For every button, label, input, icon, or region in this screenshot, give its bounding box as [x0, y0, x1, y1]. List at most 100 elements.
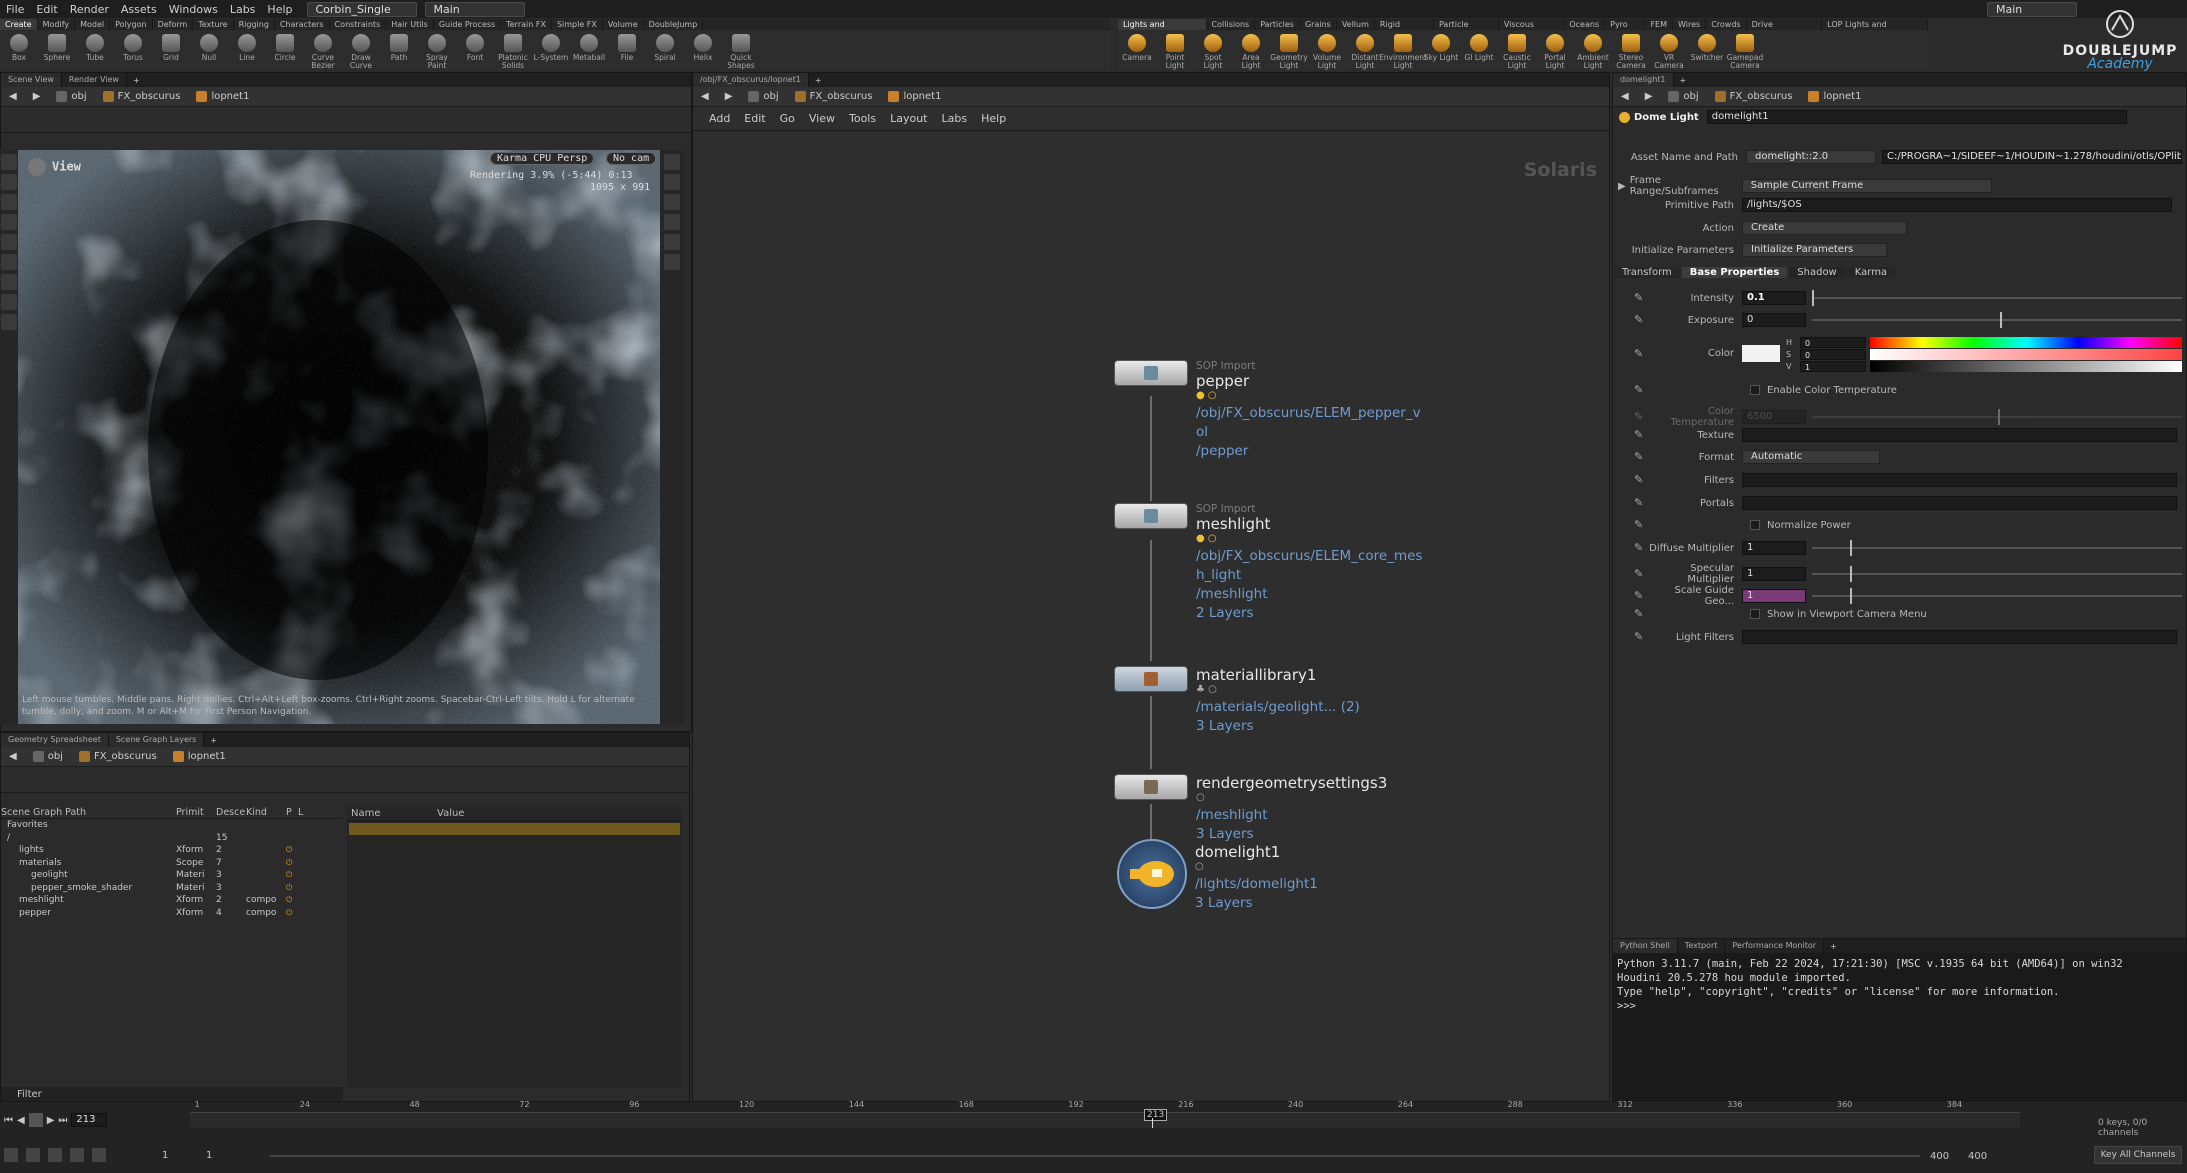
move-tool[interactable]	[1, 194, 17, 210]
visibility-icon[interactable]: ⏻	[286, 908, 292, 918]
clock-icon[interactable]	[70, 1148, 84, 1162]
shelf-left-tab[interactable]: Modify	[38, 19, 76, 30]
col-p[interactable]: P	[286, 807, 298, 818]
key-all-channels-button[interactable]: Key All Channels	[2094, 1146, 2182, 1164]
shelf-right-tab[interactable]: Crowds	[1706, 19, 1747, 30]
nav-forward-button[interactable]: ▶	[25, 91, 49, 102]
pencil-icon[interactable]: ✎	[1634, 348, 1646, 360]
magnet-tool[interactable]	[1, 314, 17, 330]
shelf-left-tab[interactable]: Model	[75, 19, 111, 30]
shelf-right-tab[interactable]: Drive Simulation	[1747, 19, 1823, 40]
nav-back-button[interactable]: ◀	[1, 751, 25, 762]
node-rgs-body[interactable]	[1114, 774, 1188, 800]
tab-scene-graph-layers[interactable]: Scene Graph Layers	[108, 733, 205, 747]
subtab-transform[interactable]: Transform	[1614, 267, 1680, 278]
shelf-left-tab[interactable]: Constraints	[330, 19, 387, 30]
playback-end-field[interactable]: 400	[1930, 1151, 1949, 1162]
nav-back-button[interactable]: ◀	[1613, 91, 1637, 102]
shelf-tool-file[interactable]: File	[608, 31, 646, 71]
color-swatch[interactable]	[1742, 345, 1780, 362]
col-descendants[interactable]: Desce	[216, 807, 246, 818]
shelf-tool-font[interactable]: Font	[456, 31, 494, 71]
shelf-tool-draw-curve[interactable]: Draw Curve	[342, 31, 380, 71]
value-field[interactable]: 1	[1800, 360, 1866, 372]
tab-geometry-spreadsheet[interactable]: Geometry Spreadsheet	[1, 733, 109, 747]
scale-guide-slider[interactable]	[1812, 588, 2182, 604]
view-menu-icon[interactable]	[28, 158, 46, 176]
exposure-field[interactable]: 0	[1742, 313, 1806, 327]
shelf-tool-spray-paint[interactable]: Spray Paint	[418, 31, 456, 71]
init-params-select[interactable]: Initialize Parameters	[1742, 243, 1887, 257]
shelf-tool-spot-light[interactable]: Spot Light	[1194, 31, 1232, 71]
pencil-icon[interactable]: ✎	[1634, 292, 1646, 304]
shelf-tool-box[interactable]: Box	[0, 31, 38, 71]
exposure-slider[interactable]	[1812, 312, 2182, 328]
scale-tool[interactable]	[1, 234, 17, 250]
jump-end-button[interactable]: ⏭	[58, 1115, 67, 1126]
loop-toggle[interactable]	[48, 1148, 62, 1162]
tab-performance-monitor[interactable]: Performance Monitor	[1725, 939, 1825, 953]
normalize-checkbox[interactable]	[1750, 520, 1760, 530]
col-l[interactable]: L	[298, 807, 310, 818]
tree-row[interactable]: geolight Materi 3 ⏻	[1, 869, 343, 882]
asset-path-field[interactable]: C:/PROGRA~1/SIDEEF~1/HOUDIN~1.278/houdin…	[1882, 150, 2182, 164]
pencil-icon[interactable]: ✎	[1634, 631, 1646, 643]
shelf-left-tab[interactable]: Characters	[275, 19, 330, 30]
display-option-4[interactable]	[664, 214, 680, 230]
frame-ruler[interactable]	[190, 1112, 2020, 1128]
asset-name-select[interactable]: domelight::2.0	[1746, 150, 1876, 164]
shelf-tool-caustic-light[interactable]: Caustic Light	[1498, 31, 1536, 71]
shelf-tool-grid[interactable]: Grid	[152, 31, 190, 71]
node-meshlight[interactable]: SOP Import meshlight ● ○ /obj/FX_obscuru…	[1114, 503, 1422, 623]
show-in-viewport-checkbox[interactable]	[1750, 609, 1760, 619]
visibility-icon[interactable]: ⏻	[286, 858, 292, 868]
shelf-tool-environment-light[interactable]: Environment Light	[1379, 31, 1427, 71]
tree-row[interactable]: / 15	[1, 832, 343, 845]
shelf-right-tab[interactable]: Viscous Fluids	[1499, 19, 1565, 40]
play-button[interactable]: ▶	[47, 1115, 55, 1126]
shelf-left-tab[interactable]: Volume	[603, 19, 644, 30]
pose-tool[interactable]	[1, 274, 17, 290]
select-tool[interactable]	[1, 154, 17, 170]
stop-button[interactable]	[28, 1113, 43, 1127]
tab-render-view[interactable]: Render View	[61, 73, 127, 87]
path-lopnet1[interactable]: lopnet1	[188, 91, 257, 102]
node-materiallibrary1[interactable]: materiallibrary1 ♣ ○ /materials/geolight…	[1114, 666, 1360, 736]
tab-textport[interactable]: Textport	[1677, 939, 1726, 953]
path-fx-obscurus[interactable]: FX_obscurus	[95, 91, 189, 102]
pencil-icon[interactable]: ✎	[1634, 497, 1646, 509]
display-option-5[interactable]	[664, 234, 680, 250]
shelf-right-tab[interactable]: Vellum	[1337, 19, 1375, 30]
shelf-left-tab[interactable]: Guide Process	[434, 19, 502, 30]
node-domelight1[interactable]: domelight1 ○ /lights/domelight1 3 Layers	[1117, 839, 1318, 913]
tab-domelight1[interactable]: domelight1	[1613, 73, 1674, 87]
visibility-icon[interactable]: ⏻	[286, 845, 292, 855]
shelf-tool-geometry-light[interactable]: Geometry Light	[1270, 31, 1308, 71]
tree-row[interactable]: lights Xform 2 ⏻	[1, 844, 343, 857]
saturation-ramp[interactable]	[1870, 348, 2182, 360]
menu-labs[interactable]: Labs	[224, 3, 262, 16]
renderer-select[interactable]: Karma CPU Persp	[490, 152, 595, 165]
pencil-icon[interactable]: ✎	[1634, 519, 1646, 531]
menu-file[interactable]: File	[0, 3, 30, 16]
shelf-tool-sky-light[interactable]: Sky Light	[1422, 31, 1460, 71]
visibility-icon[interactable]: ⏻	[286, 870, 292, 880]
col-primitive[interactable]: Primit	[176, 807, 216, 818]
format-select[interactable]: Automatic	[1742, 450, 1880, 464]
action-select[interactable]: Create	[1742, 221, 1907, 235]
shelf-right-tab[interactable]: FEM	[1645, 19, 1674, 30]
realtime-toggle[interactable]	[4, 1148, 18, 1162]
menu-render[interactable]: Render	[64, 3, 115, 16]
display-option-1[interactable]	[664, 154, 680, 170]
filter-bar[interactable]: Filter	[1, 1087, 343, 1101]
path-fx-obscurus[interactable]: FX_obscurus	[1707, 91, 1801, 102]
shelf-tool-line[interactable]: Line	[228, 31, 266, 71]
shelf-tool-gamepad-camera[interactable]: Gamepad Camera	[1726, 31, 1764, 71]
pencil-icon[interactable]: ✎	[1634, 451, 1646, 463]
hue-field[interactable]: 0	[1800, 336, 1866, 348]
display-option-2[interactable]	[664, 174, 680, 190]
shelf-left-tab[interactable]: Deform	[153, 19, 194, 30]
shelf-tool-portal-light[interactable]: Portal Light	[1536, 31, 1574, 71]
shelf-left-tab[interactable]: DoubleJump	[644, 19, 704, 30]
pencil-icon[interactable]: ✎	[1634, 429, 1646, 441]
